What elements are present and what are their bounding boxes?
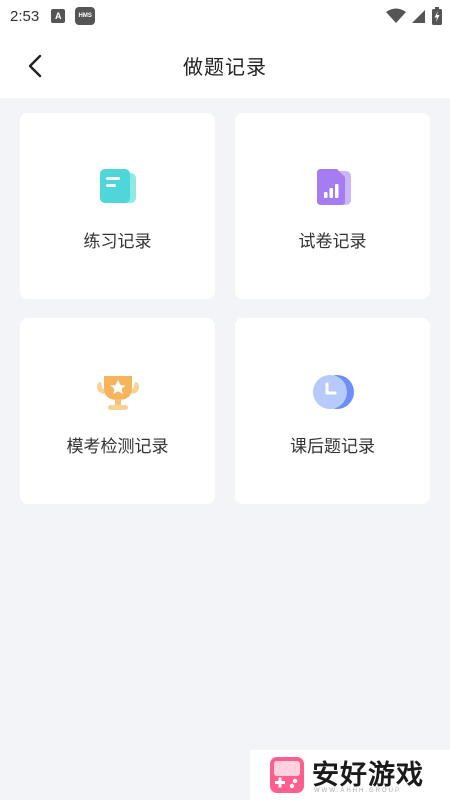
app-notification-icon: A [51, 9, 66, 23]
exam-record-card[interactable]: 试卷记录 [235, 113, 430, 299]
trophy-icon [97, 376, 139, 410]
practice-doc-icon [100, 169, 136, 203]
signal-icon [412, 10, 425, 23]
mock-exam-record-label: 模考检测记录 [66, 437, 169, 457]
status-indicators [386, 7, 442, 25]
nav-bar: 做题记录 [0, 32, 450, 98]
practice-record-card[interactable]: 练习记录 [20, 113, 215, 299]
exam-paper-chart-icon [317, 169, 351, 205]
status-time: 2:53 [10, 7, 40, 25]
watermark-logo: 安好游戏 WWW.AHHH.GROUP [250, 750, 450, 800]
hms-notification-icon: HMS [75, 7, 96, 25]
game-console-logo-icon [270, 757, 304, 793]
after-class-record-label: 课后题记录 [290, 437, 375, 457]
page-title: 做题记录 [183, 55, 267, 79]
watermark-url: WWW.AHHH.GROUP [314, 788, 401, 794]
status-bar: 2:53 A HMS [0, 0, 450, 32]
exam-record-label: 试卷记录 [298, 232, 367, 252]
mock-exam-record-card[interactable]: 模考检测记录 [20, 318, 215, 504]
clock-moon-icon [313, 375, 354, 409]
practice-record-label: 练习记录 [83, 232, 152, 252]
wifi-icon [386, 8, 406, 23]
after-class-record-card[interactable]: 课后题记录 [235, 318, 430, 504]
watermark-name: 安好游戏 [312, 760, 424, 791]
battery-charging-icon [432, 7, 442, 25]
